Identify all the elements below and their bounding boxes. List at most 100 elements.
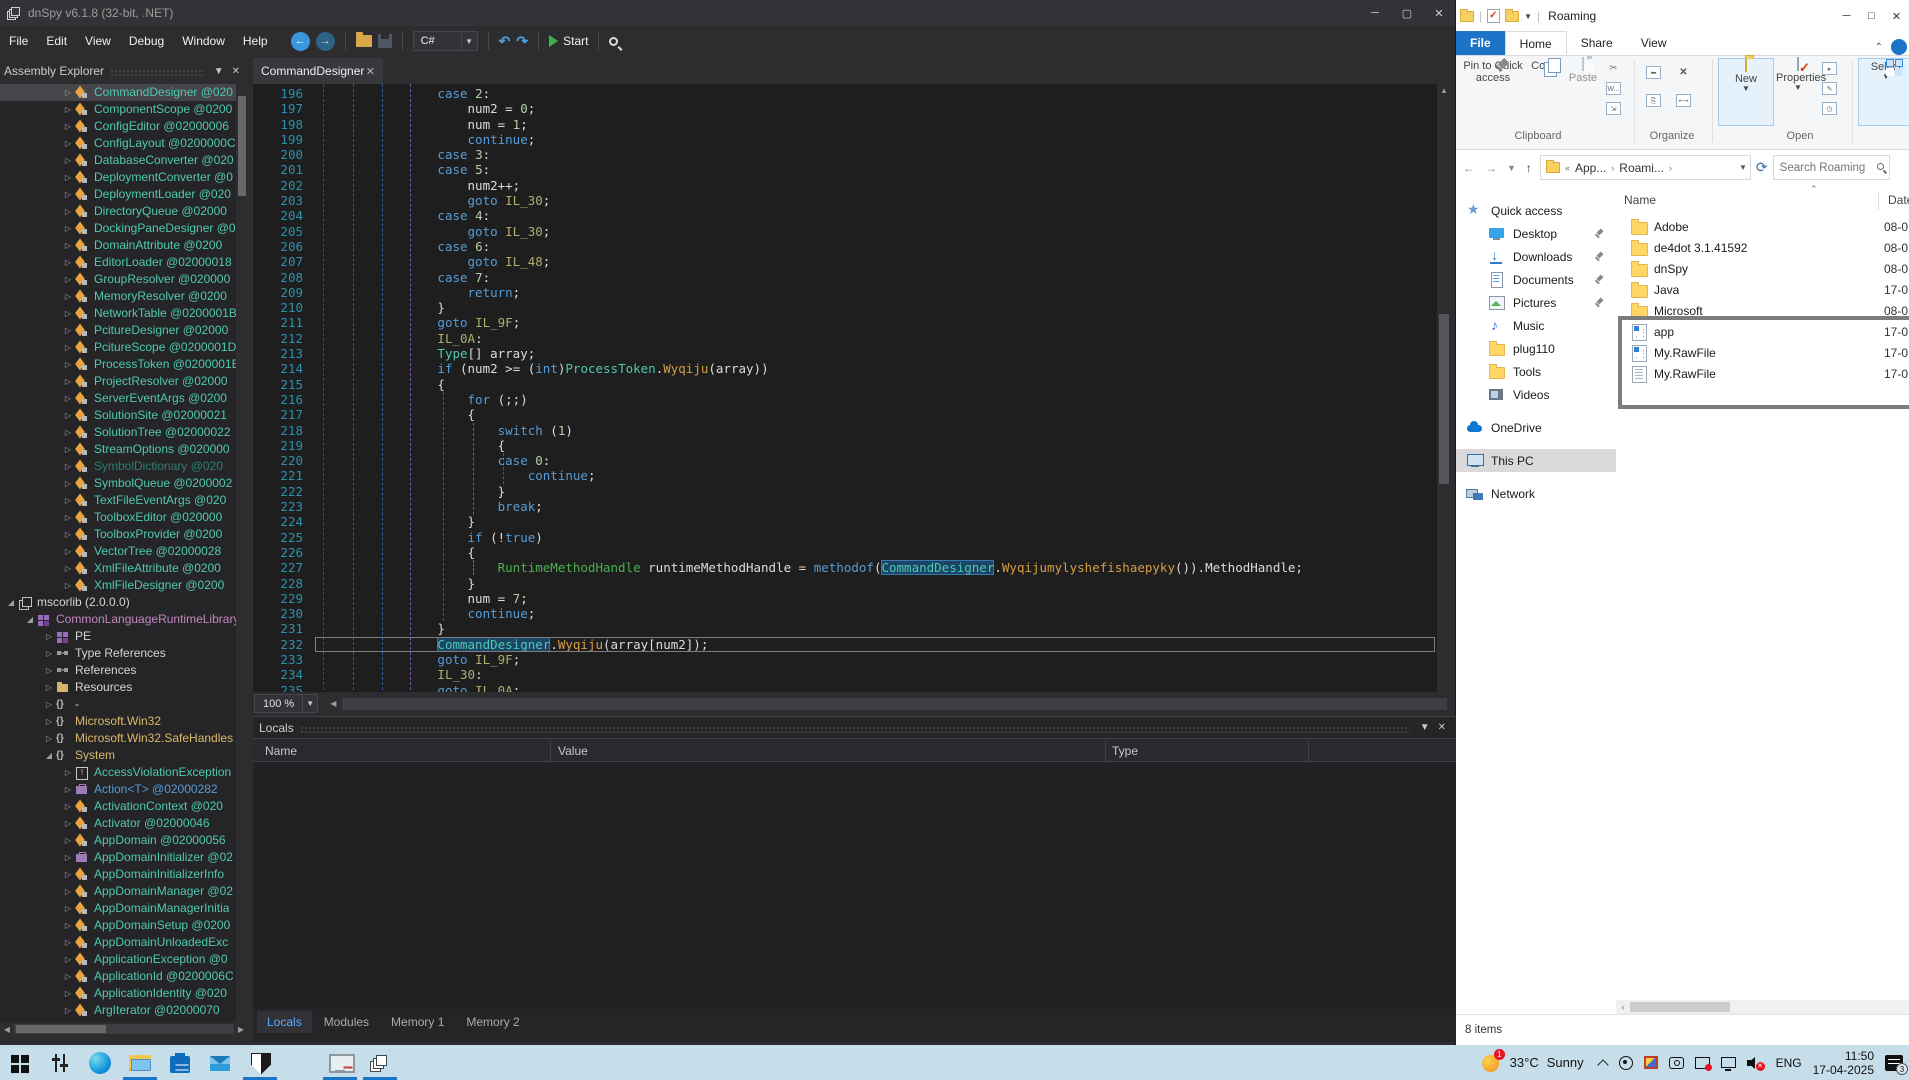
open-file-icon[interactable] — [355, 32, 372, 47]
locals-body[interactable] — [253, 763, 1456, 1009]
screen-record-tray-icon[interactable] — [1694, 1056, 1712, 1071]
nav-item-music[interactable]: Music — [1456, 314, 1616, 337]
assembly-tree-item[interactable]: ▷ SolutionSite @02000021 — [0, 407, 248, 424]
pin-to-quick-access-button[interactable]: Pin to Quick access — [1462, 58, 1524, 126]
taskbar-app-snipping[interactable] — [280, 1045, 320, 1080]
tree-horizontal-scrollbar[interactable]: ◀ ▶ — [0, 1022, 248, 1036]
code-line[interactable]: 225 if (!true) — [253, 530, 1437, 545]
select-button[interactable]: Select ▼ — [1858, 58, 1909, 126]
assembly-tree-item[interactable]: ▷ EditorLoader @02000018 — [0, 254, 248, 271]
assembly-tree-item[interactable]: ▷ ArgIterator @02000070 — [0, 1002, 248, 1019]
menu-item-debug[interactable]: Debug — [120, 34, 173, 48]
open-icon[interactable]: ▸ — [1822, 62, 1837, 75]
expand-arrow-icon[interactable]: ▷ — [61, 152, 75, 169]
close-pane-icon[interactable]: ✕ — [1434, 722, 1450, 733]
address-dropdown-icon[interactable]: ▼ — [1739, 163, 1747, 172]
column-separator[interactable] — [1105, 741, 1106, 761]
assembly-tree-item[interactable]: ▷{} Microsoft.Win32.SafeHandles — [0, 730, 248, 747]
code-line[interactable]: 223 break; — [253, 499, 1437, 514]
assembly-tree-item[interactable]: ▷ ComponentScope @0200 — [0, 101, 248, 118]
panel-tab-memory-2[interactable]: Memory 2 — [456, 1011, 529, 1033]
expand-arrow-icon[interactable]: ▷ — [61, 424, 75, 441]
expand-arrow-icon[interactable]: ▷ — [61, 135, 75, 152]
assembly-explorer-header[interactable]: Assembly Explorer ▼ ✕ — [0, 60, 248, 82]
capture-tray-icon[interactable] — [1668, 1056, 1684, 1069]
collapse-arrow-icon[interactable]: ◢ — [4, 594, 18, 611]
tree-vertical-scrollbar[interactable] — [236, 84, 248, 1022]
new-folder-button[interactable]: New ▼ — [1718, 58, 1774, 126]
expand-arrow-icon[interactable]: ▷ — [61, 203, 75, 220]
assembly-tree-item[interactable]: ▷ AppDomainManager @02 — [0, 883, 248, 900]
breadcrumb-roaming[interactable]: Roami... — [1619, 161, 1664, 175]
locals-column-name[interactable]: Name — [265, 739, 297, 763]
assembly-tree-item[interactable]: ▷ DirectoryQueue @02000 — [0, 203, 248, 220]
taskbar-app-monitor[interactable] — [320, 1045, 360, 1080]
code-line[interactable]: 218 switch (1) — [253, 423, 1437, 438]
taskbar-app-store[interactable] — [160, 1045, 200, 1080]
expand-arrow-icon[interactable]: ▷ — [42, 713, 56, 730]
code-line[interactable]: 234 IL_30: — [253, 667, 1437, 682]
nav-item-network[interactable]: Network — [1456, 482, 1616, 505]
expand-arrow-icon[interactable]: ▷ — [61, 492, 75, 509]
expand-arrow-icon[interactable]: ▷ — [61, 84, 75, 101]
expand-arrow-icon[interactable]: ▷ — [61, 356, 75, 373]
assembly-tree-item[interactable]: ▷ NetworkTable @0200001B — [0, 305, 248, 322]
redo-button[interactable]: ↷ — [516, 34, 528, 48]
assembly-tree-item[interactable]: ▷ DeploymentLoader @020 — [0, 186, 248, 203]
scrollbar-thumb[interactable] — [238, 96, 246, 196]
ribbon-tab-file[interactable]: File — [1456, 31, 1505, 55]
expand-arrow-icon[interactable]: ▷ — [61, 764, 75, 781]
expand-arrow-icon[interactable]: ▷ — [61, 390, 75, 407]
code-line[interactable]: 211 goto IL_9F; — [253, 315, 1437, 330]
scroll-left-icon[interactable]: ‹ — [1616, 1002, 1630, 1012]
file-row[interactable]: app 17-0 — [1616, 321, 1909, 342]
nav-item-downloads[interactable]: Downloads — [1456, 245, 1616, 268]
assembly-tree-item[interactable]: ▷ PcitureScope @0200001D — [0, 339, 248, 356]
assembly-tree-item[interactable]: ▷ Action<T> @02000282 — [0, 781, 248, 798]
code-line[interactable]: 208 case 7: — [253, 270, 1437, 285]
expand-arrow-icon[interactable]: ▷ — [61, 1002, 75, 1019]
code-line[interactable]: 201 case 5: — [253, 162, 1437, 177]
explorer-title-bar[interactable]: | ▼ | Roaming ─ □ ✕ — [1456, 0, 1909, 32]
expand-arrow-icon[interactable]: ▷ — [61, 968, 75, 985]
assembly-tree-item[interactable]: ▷ ApplicationId @0200006C — [0, 968, 248, 985]
assembly-tree-item[interactable]: ▷ Resources — [0, 679, 248, 696]
action-center-icon[interactable]: 3 — [1885, 1054, 1908, 1075]
assembly-tree-item[interactable]: ▷ DatabaseConverter @020 — [0, 152, 248, 169]
taskbar-app-dnspy[interactable] — [360, 1045, 400, 1080]
assembly-tree-item[interactable]: ◢ CommonLanguageRuntimeLibrary — [0, 611, 248, 628]
assembly-tree-item[interactable]: ▷ ActivationContext @020 — [0, 798, 248, 815]
assembly-tree-item[interactable]: ▷ ToolboxEditor @020000 — [0, 509, 248, 526]
code-line[interactable]: 202 num2++; — [253, 178, 1437, 193]
language-indicator[interactable]: ENG — [1776, 1056, 1802, 1070]
assembly-tree-item[interactable]: ▷ AccessViolationException — [0, 764, 248, 781]
expand-arrow-icon[interactable]: ▷ — [61, 900, 75, 917]
editor-vertical-scrollbar[interactable]: ▲ — [1437, 84, 1451, 692]
file-row[interactable]: Adobe 08-0 — [1616, 216, 1909, 237]
taskbar-app-edge[interactable] — [80, 1045, 120, 1080]
expand-arrow-icon[interactable]: ▷ — [61, 832, 75, 849]
assembly-tree-item[interactable]: ▷ ServerEventArgs @0200 — [0, 390, 248, 407]
search-box[interactable] — [1772, 155, 1890, 180]
file-row[interactable]: Microsoft 08-0 — [1616, 300, 1909, 321]
minimize-button[interactable]: ─ — [1834, 0, 1859, 32]
expand-arrow-icon[interactable]: ▷ — [61, 560, 75, 577]
forward-button[interactable]: → — [1485, 161, 1497, 175]
maximize-button[interactable]: □ — [1859, 0, 1884, 32]
locals-column-type[interactable]: Type — [1112, 739, 1138, 763]
assembly-tree-item[interactable]: ▷ ProcessToken @0200001E — [0, 356, 248, 373]
expand-arrow-icon[interactable]: ▷ — [61, 849, 75, 866]
nav-item-plug110[interactable]: plug110 — [1456, 337, 1616, 360]
code-line[interactable]: 220 case 0: — [253, 453, 1437, 468]
move-to-icon[interactable]: ⬅ — [1646, 66, 1661, 79]
list-horizontal-scrollbar[interactable]: ‹ — [1616, 1000, 1909, 1014]
code-line[interactable]: 229 num = 7; — [253, 591, 1437, 606]
expand-arrow-icon[interactable]: ▷ — [61, 254, 75, 271]
expand-arrow-icon[interactable]: ▷ — [61, 101, 75, 118]
assembly-tree-item[interactable]: ▷ XmlFileDesigner @0200 — [0, 577, 248, 594]
code-line[interactable]: 217 { — [253, 407, 1437, 422]
assembly-tree-item[interactable]: ▷ DomainAttribute @0200 — [0, 237, 248, 254]
file-row[interactable]: de4dot 3.1.41592 08-0 — [1616, 237, 1909, 258]
expand-arrow-icon[interactable]: ▷ — [61, 237, 75, 254]
rename-icon[interactable]: ⟷ — [1676, 94, 1691, 107]
